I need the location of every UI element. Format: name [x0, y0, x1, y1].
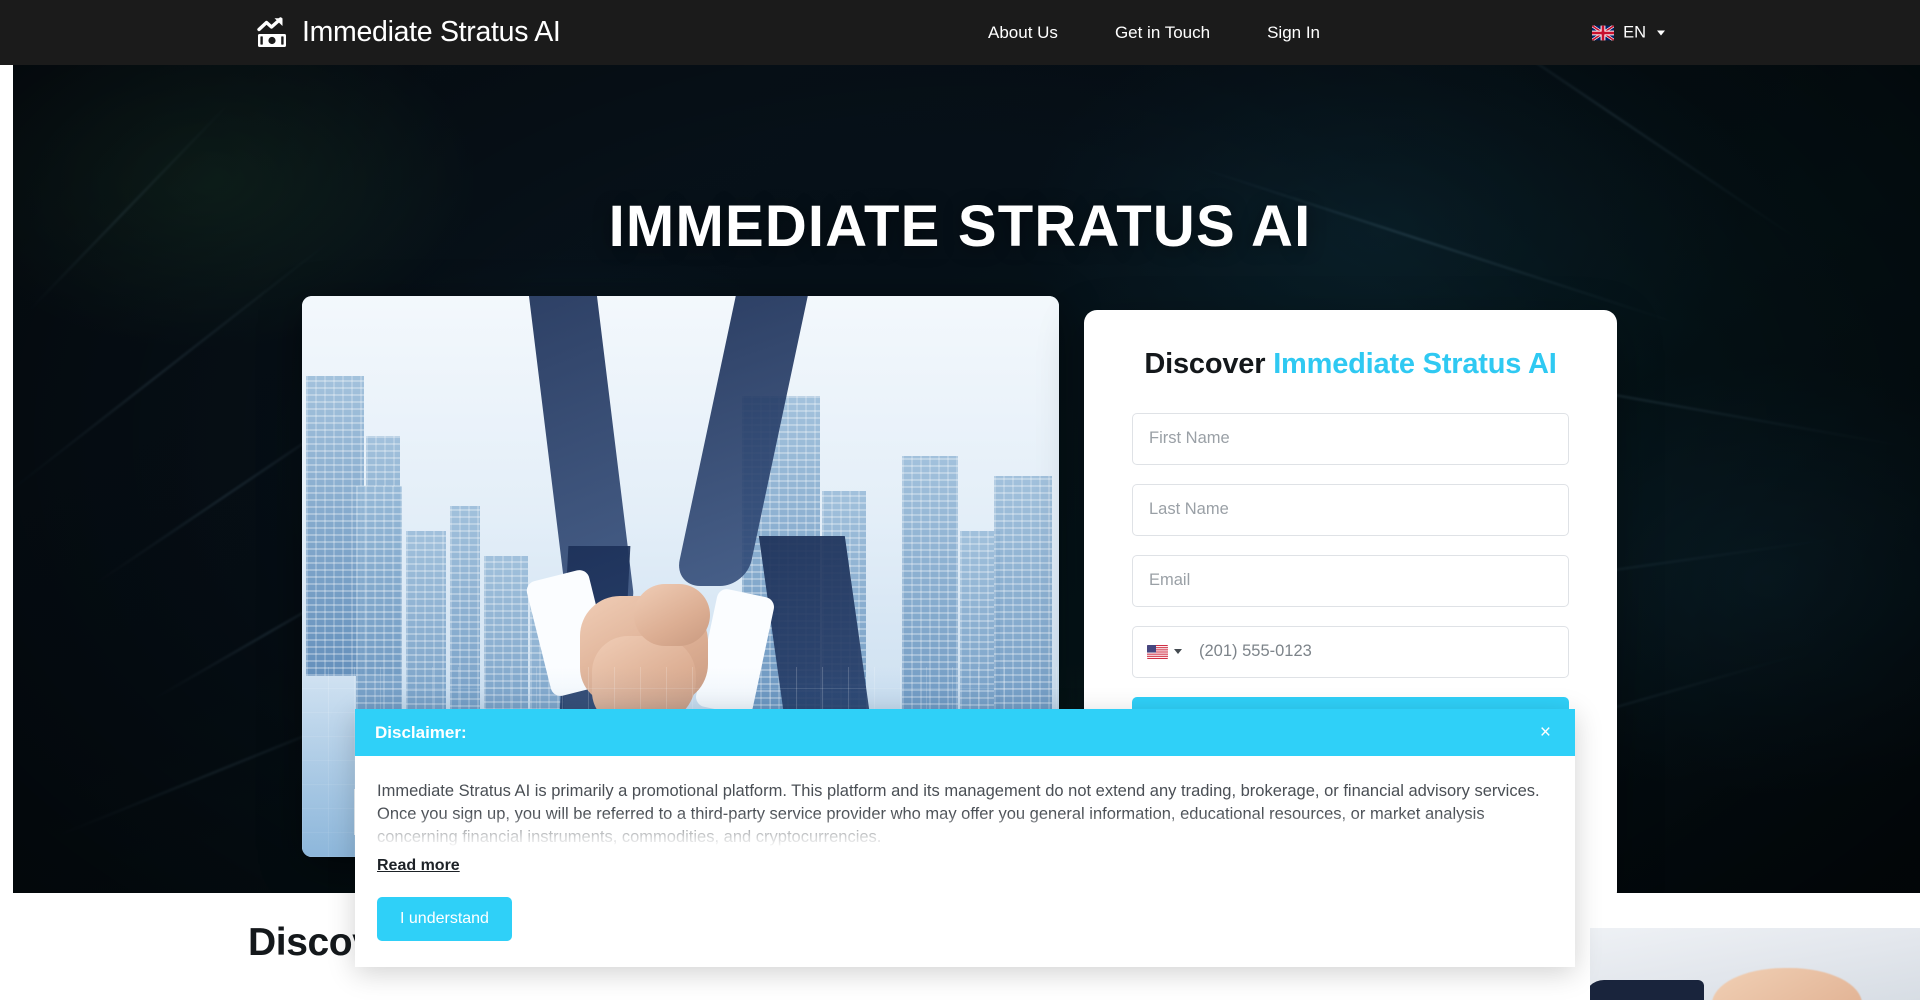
- page-title: IMMEDIATE STRATUS AI: [608, 194, 1312, 259]
- disclaimer-footer: I understand: [355, 875, 1575, 967]
- section-image: [1590, 928, 1920, 1000]
- brand-logo[interactable]: Immediate Stratus AI: [255, 16, 561, 50]
- form-title: Discover Immediate Stratus AI: [1132, 346, 1569, 384]
- close-icon[interactable]: ×: [1533, 720, 1558, 745]
- read-more-link[interactable]: Read more: [377, 857, 460, 875]
- disclaimer-title: Disclaimer:: [375, 722, 467, 742]
- uk-flag-icon: [1592, 25, 1615, 40]
- nav-link-about-us[interactable]: About Us: [988, 23, 1058, 43]
- nav-link-sign-in[interactable]: Sign In: [1267, 23, 1320, 43]
- form-title-accent: Immediate Stratus AI: [1273, 348, 1557, 380]
- form-fields: LEARN MORE: [1132, 412, 1569, 749]
- disclaimer-text: Immediate Stratus AI is primarily a prom…: [377, 782, 1540, 847]
- first-name-input[interactable]: [1132, 412, 1569, 465]
- i-understand-button[interactable]: I understand: [377, 897, 512, 941]
- email-input[interactable]: [1132, 554, 1569, 607]
- language-selector[interactable]: EN: [1592, 23, 1665, 42]
- brand-name: Immediate Stratus AI: [302, 16, 561, 48]
- page-root: IMMEDIATE STRATUS AI Discover Immediate …: [0, 0, 1920, 1000]
- disclaimer-header: Disclaimer: ×: [355, 709, 1575, 756]
- nav-links: About Us Get in Touch Sign In: [988, 23, 1320, 43]
- page-left-edge: [0, 65, 13, 893]
- top-navbar: Immediate Stratus AI About Us Get in Tou…: [0, 0, 1920, 65]
- nav-link-get-in-touch[interactable]: Get in Touch: [1115, 23, 1210, 43]
- language-code: EN: [1623, 23, 1646, 41]
- disclaimer-body: Immediate Stratus AI is primarily a prom…: [355, 756, 1575, 875]
- us-flag-icon: [1147, 644, 1168, 659]
- money-chart-icon: [257, 16, 286, 47]
- phone-input[interactable]: [1191, 626, 1568, 677]
- chevron-down-icon: [1657, 30, 1665, 35]
- country-code-selector[interactable]: [1133, 627, 1191, 677]
- form-title-plain: Discover: [1144, 348, 1266, 380]
- disclaimer-modal: Disclaimer: × Immediate Stratus AI is pr…: [355, 709, 1575, 967]
- chevron-down-icon: [1174, 649, 1182, 655]
- last-name-input[interactable]: [1132, 483, 1569, 536]
- phone-input-group: [1132, 625, 1569, 678]
